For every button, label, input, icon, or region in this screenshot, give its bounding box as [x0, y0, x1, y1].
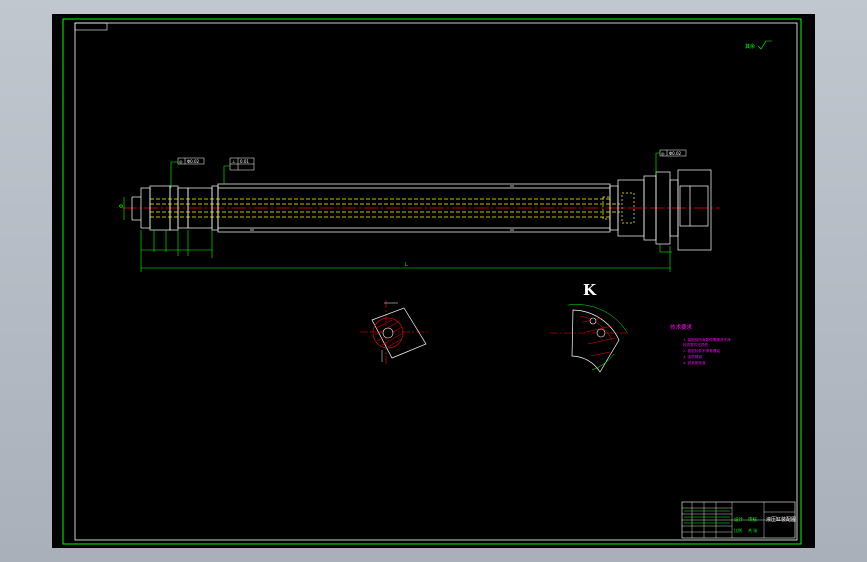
tech-req-item-1: 1. 装配前所有零件需清洗干净 [683, 337, 731, 342]
tech-req-title: 技术要求 [670, 323, 693, 331]
title-block-design: 设计 [734, 516, 743, 523]
title-block-name: 液压缸装配图 [766, 516, 796, 523]
tech-req-item-3: 2. 各密封件不得有漏油 [683, 348, 720, 353]
left-dim-label: Φ [119, 204, 125, 208]
svg-text:◎: ◎ [661, 151, 665, 156]
tech-req-item-5: 4. 其余按标准 [683, 360, 706, 365]
roughness-note-text: 其余 [745, 43, 755, 50]
drawing-sheet [52, 14, 815, 548]
svg-text:0.01: 0.01 [240, 159, 249, 164]
svg-text:Φ0.02: Φ0.02 [669, 151, 682, 156]
title-block-sheet: 共 张 [748, 527, 757, 533]
engineering-drawing[interactable]: 其余 L Φ ◎ Φ0.02 ⊥ 0.01 ◎ Φ0.02 K 技术要求 1. … [0, 0, 867, 562]
title-block-check: 审核 [748, 516, 757, 523]
svg-text:◎: ◎ [179, 159, 183, 164]
svg-text:⊥: ⊥ [232, 159, 236, 164]
tech-req-item-2: 检查零件无损伤 [683, 342, 709, 347]
tech-req-item-4: 3. 涂防锈油 [683, 354, 702, 359]
overall-dim-label: L [405, 262, 408, 268]
svg-text:Φ0.02: Φ0.02 [187, 159, 200, 164]
k-view-label: K [583, 281, 597, 299]
title-block-scale: 比例 [734, 527, 742, 533]
